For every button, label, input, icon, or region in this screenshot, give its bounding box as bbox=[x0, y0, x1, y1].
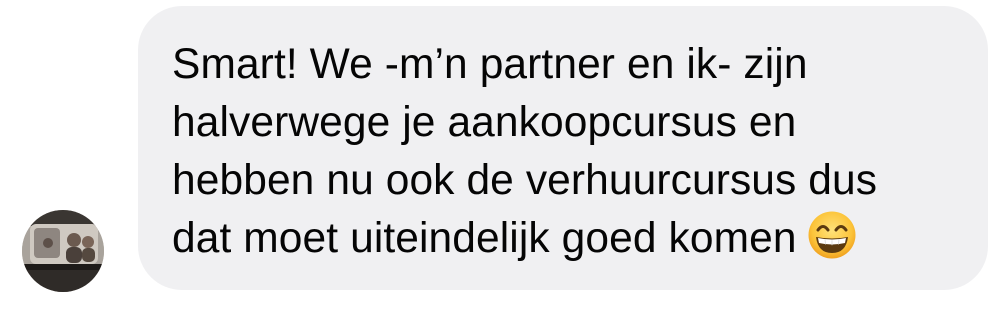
message-line-1: Smart! We -m’n partner en ik- zijn bbox=[172, 41, 808, 88]
message-line-3: hebben nu ook de verhuurcursus dus bbox=[172, 157, 878, 204]
message-line-2: halverwege je aankoopcursus en bbox=[172, 99, 797, 146]
message-line-4: dat moet uiteindelijk goed komen bbox=[172, 215, 797, 262]
message-line-4-wrapper: dat moet uiteindelijk goed komen bbox=[172, 210, 958, 268]
profile-photo bbox=[22, 210, 104, 292]
avatar[interactable] bbox=[22, 210, 104, 292]
grinning-face-emoji-icon bbox=[807, 210, 857, 260]
message-bubble[interactable]: Smart! We -m’n partner en ik- zijn halve… bbox=[138, 6, 988, 290]
